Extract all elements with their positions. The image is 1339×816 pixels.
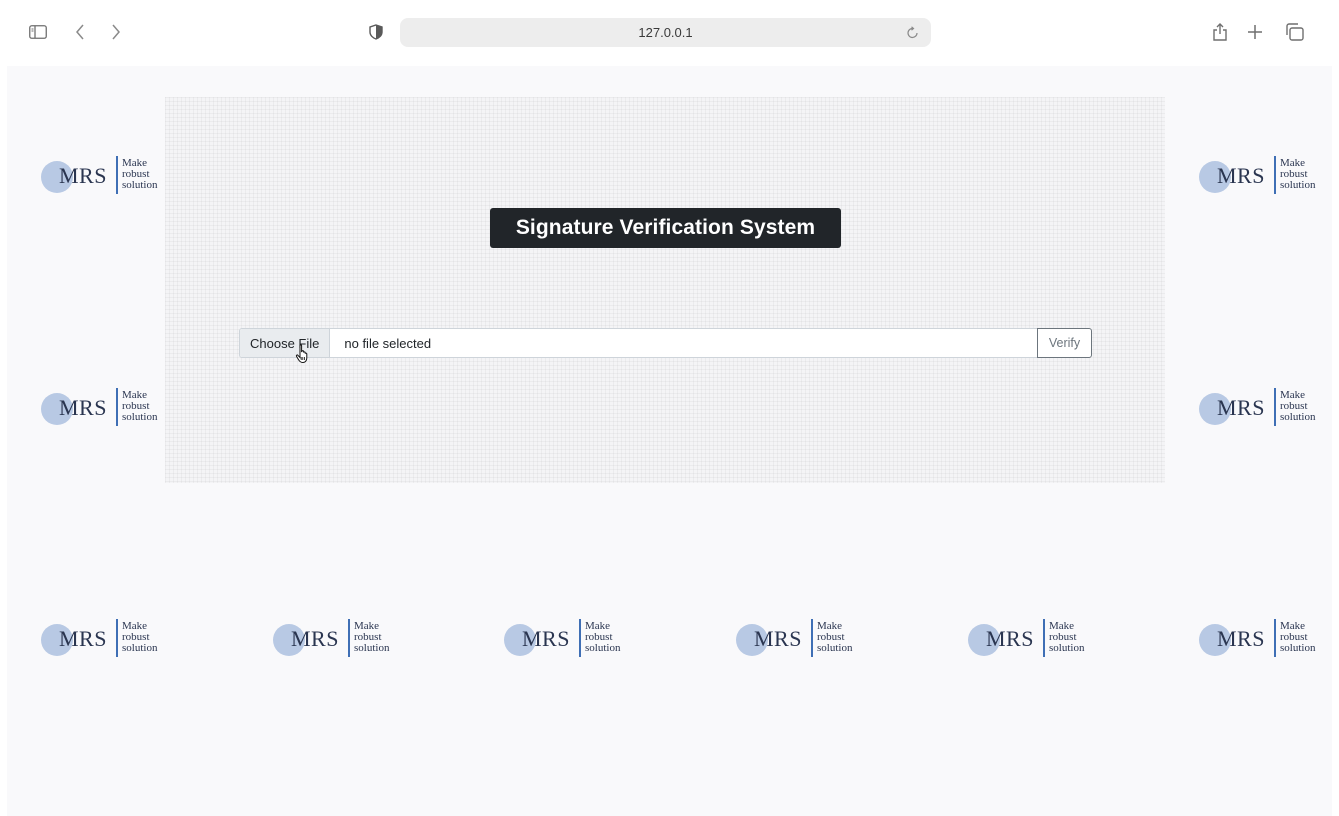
logo-abbr: MRS	[59, 163, 107, 188]
browser-toolbar: 127.0.0.1	[0, 0, 1339, 66]
page-content: MRS Make robust solution MRS Make robust sol…	[7, 66, 1332, 816]
back-arrow-icon[interactable]	[72, 20, 88, 44]
company-logo: MRS Make robust solution	[504, 619, 634, 661]
share-icon[interactable]	[1211, 20, 1229, 44]
logo-abbr: MRS	[59, 626, 107, 651]
logo-divider	[1043, 619, 1045, 657]
sidebar-toggle-icon[interactable]	[28, 20, 48, 44]
logo-text: Make robust solution	[122, 620, 158, 654]
hand-cursor-icon	[295, 344, 308, 364]
logo-divider	[1274, 156, 1276, 194]
logo-divider	[579, 619, 581, 657]
company-logo: MRS Make robust solution	[41, 156, 171, 198]
company-logo: MRS Make robust solution	[1199, 156, 1329, 198]
logo-abbr: MRS	[1217, 163, 1265, 188]
logo-abbr: MRS	[291, 626, 339, 651]
logo-divider	[1274, 388, 1276, 426]
address-bar[interactable]: 127.0.0.1	[400, 18, 931, 47]
content-panel	[165, 97, 1165, 483]
logo-divider	[348, 619, 350, 657]
company-logo: MRS Make robust solution	[1199, 388, 1329, 430]
file-status-text: no file selected	[344, 335, 432, 351]
logo-abbr: MRS	[986, 626, 1034, 651]
logo-abbr: MRS	[59, 395, 107, 420]
logo-divider	[1274, 619, 1276, 657]
choose-file-button[interactable]: Choose File	[240, 329, 331, 357]
logo-abbr: MRS	[754, 626, 802, 651]
page-title: Signature Verification System	[490, 208, 841, 248]
logo-text: Make robust solution	[1280, 620, 1316, 654]
privacy-shield-icon[interactable]	[368, 20, 384, 44]
company-logo: MRS Make robust solution	[273, 619, 403, 661]
logo-abbr: MRS	[1217, 626, 1265, 651]
company-logo: MRS Make robust solution	[41, 619, 171, 661]
company-logo: MRS Make robust solution	[968, 619, 1098, 661]
logo-divider	[116, 156, 118, 194]
logo-text: Make robust solution	[122, 389, 158, 423]
logo-text: Make robust solution	[122, 157, 158, 191]
logo-text: Make robust solution	[817, 620, 853, 654]
tab-overview-icon[interactable]	[1284, 20, 1306, 44]
logo-divider	[811, 619, 813, 657]
file-input[interactable]: Choose File no file selected	[239, 328, 1038, 358]
logo-text: Make robust solution	[1049, 620, 1085, 654]
company-logo: MRS Make robust solution	[41, 388, 171, 430]
logo-abbr: MRS	[1217, 395, 1265, 420]
new-tab-plus-icon[interactable]	[1245, 20, 1265, 44]
verify-button[interactable]: Verify	[1037, 328, 1092, 358]
logo-abbr: MRS	[522, 626, 570, 651]
forward-arrow-icon[interactable]	[108, 20, 124, 44]
logo-divider	[116, 619, 118, 657]
company-logo: MRS Make robust solution	[736, 619, 866, 661]
reload-icon[interactable]	[905, 24, 921, 40]
logo-text: Make robust solution	[1280, 157, 1316, 191]
upload-form: Choose File no file selected Verify	[239, 328, 1092, 358]
logo-text: Make robust solution	[585, 620, 621, 654]
company-logo: MRS Make robust solution	[1199, 619, 1329, 661]
logo-text: Make robust solution	[1280, 389, 1316, 423]
logo-text: Make robust solution	[354, 620, 390, 654]
url-text: 127.0.0.1	[638, 25, 693, 40]
logo-divider	[116, 388, 118, 426]
